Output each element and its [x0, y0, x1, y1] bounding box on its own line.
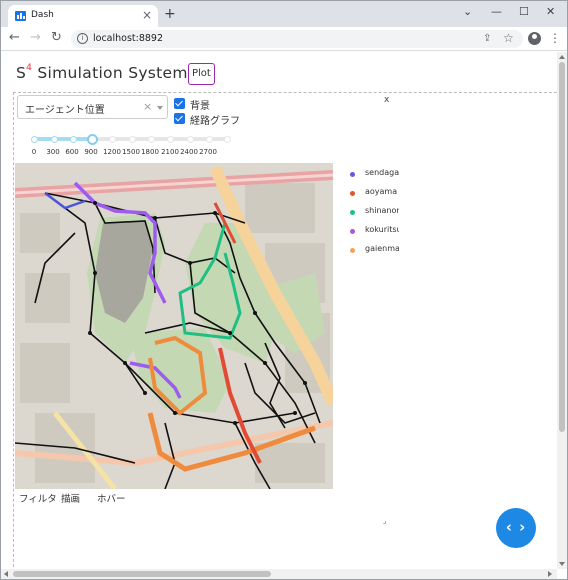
- slider-mark-dot[interactable]: [51, 135, 58, 143]
- vertical-scroll-thumb[interactable]: [559, 62, 565, 432]
- panel-border-top: [13, 92, 557, 93]
- slider-mark-dot[interactable]: [70, 135, 77, 143]
- dash-favicon-icon: [15, 11, 26, 21]
- scroll-right-icon[interactable]: [548, 571, 552, 577]
- horizontal-scrollbar[interactable]: [1, 569, 557, 579]
- legend-label: shinanomachi: [365, 206, 399, 215]
- share-icon[interactable]: ⇪: [483, 33, 491, 44]
- maximize-button[interactable]: ☐: [519, 5, 529, 19]
- slider-tick: 2100: [161, 148, 179, 156]
- slider-tick: 900: [84, 148, 98, 156]
- url-text[interactable]: localhost:8892: [93, 33, 163, 44]
- time-slider[interactable]: [31, 133, 231, 145]
- tab-search-icon[interactable]: ⌄: [463, 5, 472, 19]
- slider-mark-dot[interactable]: [129, 135, 136, 143]
- horizontal-scroll-thumb[interactable]: [13, 571, 271, 577]
- slider-tick-labels: 0 300 600 900 1200 1500 1800 2100 2400 2…: [1, 148, 261, 160]
- legend-label: kokuritsu: [365, 225, 399, 234]
- slider-tick: 600: [65, 148, 79, 156]
- slider-handle[interactable]: [87, 133, 98, 145]
- panel-border-left: [13, 92, 14, 569]
- slider-tick: 2400: [180, 148, 198, 156]
- tab-draw[interactable]: 描画: [61, 491, 80, 505]
- legend-dot: [350, 229, 355, 234]
- tab-title: Dash: [31, 10, 54, 20]
- tab-hover[interactable]: ホバー: [97, 491, 126, 505]
- slider-mark-dot[interactable]: [167, 135, 174, 143]
- simulation-map[interactable]: [15, 163, 333, 489]
- slider-mark-dot[interactable]: [206, 135, 213, 143]
- slider-tick: 2700: [199, 148, 217, 156]
- dropdown-clear-icon[interactable]: ×: [143, 100, 152, 113]
- legend-label: gaienmae: [365, 244, 399, 253]
- resize-handle-icon[interactable]: ⌟: [383, 517, 386, 525]
- legend-label: sendagaya: [365, 168, 399, 177]
- panel-close-button[interactable]: x: [384, 95, 389, 105]
- page-content: S4 Simulation System Plot エージェント位置 × 背景 …: [1, 52, 557, 569]
- dropdown-value: エージェント位置: [25, 105, 105, 116]
- forward-button[interactable]: →: [30, 31, 41, 45]
- back-button[interactable]: ←: [9, 31, 20, 45]
- new-tab-button[interactable]: +: [164, 7, 176, 21]
- slider-tick: 1800: [141, 148, 159, 156]
- slider-mark-dot[interactable]: [109, 135, 116, 143]
- tab-close-icon[interactable]: ×: [142, 8, 152, 22]
- plot-tab[interactable]: Plot: [188, 63, 215, 85]
- scroll-down-icon[interactable]: [559, 562, 565, 566]
- map-canvas[interactable]: [15, 163, 333, 489]
- title-superscript: 4: [26, 62, 33, 73]
- slider-mark-dot[interactable]: [148, 135, 155, 143]
- address-toolbar: ← → ↻ i localhost:8892 ⇪ ☆ ⋮: [1, 27, 567, 51]
- legend-label: aoyama: [365, 187, 398, 196]
- checkbox-label: 経路グラフ: [190, 116, 240, 127]
- close-window-button[interactable]: ✕: [546, 5, 555, 19]
- tab-dash[interactable]: Dash ×: [8, 5, 158, 27]
- layer-dropdown[interactable]: エージェント位置 ×: [17, 95, 168, 119]
- slider-tick: 1500: [122, 148, 140, 156]
- legend-dot: [350, 172, 355, 177]
- tab-filter[interactable]: フィルタ: [19, 491, 57, 505]
- checkbox-checked-icon[interactable]: [174, 113, 185, 124]
- slider-tick: 0: [31, 148, 37, 156]
- profile-avatar-icon[interactable]: [528, 32, 541, 45]
- slider-mark-dot[interactable]: [31, 135, 38, 143]
- legend-dot: [350, 248, 355, 253]
- map-legend: sendagaya aoyama shinanomachi kokuritsu …: [349, 165, 399, 265]
- browser-menu-icon[interactable]: ⋮: [549, 30, 561, 46]
- site-info-icon[interactable]: i: [77, 33, 88, 44]
- chevron-down-icon[interactable]: [157, 106, 163, 110]
- slider-tick: 300: [46, 148, 60, 156]
- slider-fill: [33, 137, 91, 141]
- scroll-up-icon[interactable]: [559, 55, 565, 59]
- slider-mark-dot[interactable]: [224, 135, 231, 143]
- checkbox-label: 背景: [190, 101, 210, 112]
- reload-button[interactable]: ↻: [51, 31, 62, 45]
- legend-dot: [350, 191, 355, 196]
- slider-mark-dot[interactable]: [187, 135, 194, 143]
- scroll-left-icon[interactable]: [4, 571, 8, 577]
- browser-window: Dash × + ⌄ — ☐ ✕ ← → ↻ i localhost:8892 …: [0, 0, 568, 580]
- minimize-button[interactable]: —: [491, 5, 502, 19]
- bookmark-star-icon[interactable]: ☆: [503, 31, 514, 45]
- code-toggle-button[interactable]: ‹ ›: [496, 508, 536, 548]
- vertical-scrollbar[interactable]: [557, 52, 567, 569]
- page-title: S4 Simulation System: [16, 62, 188, 82]
- legend-dot: [350, 210, 355, 215]
- checkbox-checked-icon[interactable]: [174, 98, 185, 109]
- tab-strip: Dash × + ⌄ — ☐ ✕: [1, 1, 567, 27]
- slider-tick: 1200: [103, 148, 121, 156]
- address-bar[interactable]: i localhost:8892 ⇪ ☆: [71, 30, 523, 48]
